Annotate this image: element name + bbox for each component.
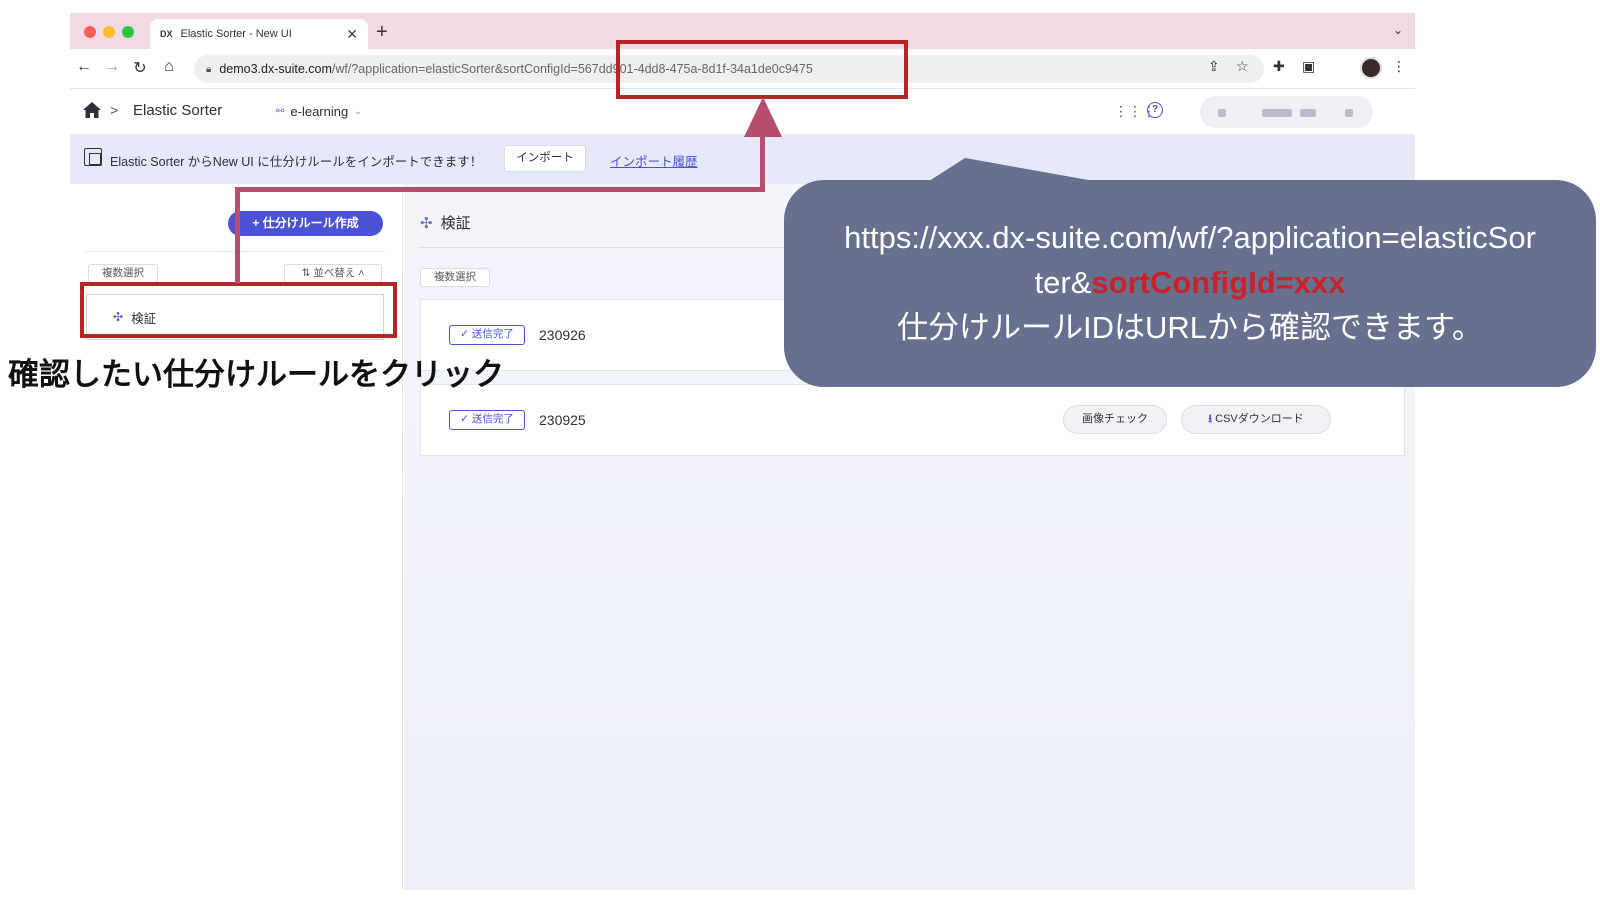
reload-icon[interactable]: ↻ xyxy=(130,58,150,78)
chevron-down-icon[interactable]: ⌄ xyxy=(1393,23,1403,37)
tab-favicon: DX xyxy=(160,29,173,39)
callout-line-2: ter&sortConfigId=xxx xyxy=(784,260,1596,305)
url-highlight-box xyxy=(616,40,908,99)
import-history-link[interactable]: インポート履歴 xyxy=(610,151,698,170)
workspace-name: e-learning xyxy=(290,104,349,119)
sidepanel-icon[interactable]: ▣ xyxy=(1302,58,1315,75)
tab-close-icon[interactable]: ✕ xyxy=(346,26,358,43)
share-icon[interactable]: ⇪ xyxy=(1208,58,1220,75)
browser-window: DX Elastic Sorter - New UI ✕ + ⌄ ← → ↻ ⌂… xyxy=(70,13,1415,890)
banner-text: Elastic Sorter からNew UI に仕分けルールをインポートできま… xyxy=(110,155,483,169)
workspace-selector[interactable]: ⚯ e-learning ⌄ xyxy=(276,104,362,119)
rule-highlight-box xyxy=(80,282,397,338)
browser-tab[interactable]: DX Elastic Sorter - New UI ✕ xyxy=(150,19,368,49)
blurred-user-info xyxy=(1300,109,1316,117)
callout-line-3: 仕分けルールIDはURLから確認できます。 xyxy=(897,310,1483,345)
maximize-window-button[interactable] xyxy=(122,26,134,38)
callout-highlight: sortConfigId=xxx xyxy=(1091,265,1346,300)
extensions-puzzle-icon[interactable]: ✚ xyxy=(1273,58,1285,75)
arrow-connector xyxy=(235,187,765,192)
callout-line-2-prefix: ter& xyxy=(1034,265,1092,300)
sort-icon: ⇅ xyxy=(301,267,314,279)
user-menu[interactable] xyxy=(1200,96,1373,128)
chevron-up-icon: ˄ xyxy=(355,267,365,279)
row-name: 230925 xyxy=(539,412,586,428)
status-badge: ✓ 送信完了 xyxy=(449,410,525,430)
arrow-connector xyxy=(235,187,240,283)
import-button[interactable]: インポート xyxy=(504,145,586,172)
workspace-icon: ⚯ xyxy=(276,106,285,117)
tab-title: Elastic Sorter - New UI xyxy=(180,28,292,40)
arrow-head-icon xyxy=(744,97,782,137)
minimize-window-button[interactable] xyxy=(103,26,115,38)
page-title: ✣ 検証 xyxy=(420,212,471,233)
move-icon: ✣ xyxy=(420,214,433,232)
csv-download-label: CSVダウンロード xyxy=(1215,413,1304,425)
callout-line-1: https://xxx.dx-suite.com/wf/?application… xyxy=(844,220,1536,255)
lock-icon: 🔒︎ xyxy=(206,63,212,75)
profile-avatar[interactable] xyxy=(1360,57,1382,79)
multi-select-button[interactable]: 複数選択 xyxy=(420,268,490,287)
list-item[interactable]: ✓ 送信完了 230925 画像チェック ⭳ CSVダウンロード xyxy=(420,384,1405,456)
row-name: 230926 xyxy=(539,327,586,343)
image-check-button[interactable]: 画像チェック xyxy=(1063,405,1167,434)
breadcrumb-chevron-icon: > xyxy=(110,102,119,118)
url-callout: https://xxx.dx-suite.com/wf/?application… xyxy=(784,180,1596,387)
blurred-user-info xyxy=(1345,109,1353,117)
chevron-down-icon: ⌄ xyxy=(354,106,362,116)
forward-arrow-icon[interactable]: → xyxy=(102,58,122,76)
new-tab-button[interactable]: + xyxy=(376,21,388,44)
back-arrow-icon[interactable]: ← xyxy=(74,58,94,76)
home-icon[interactable] xyxy=(82,101,102,119)
download-icon: ⭳ xyxy=(1208,413,1213,425)
instruction-caption: 確認したい仕分けルールをクリック xyxy=(8,357,504,392)
import-copy-icon xyxy=(84,148,102,166)
close-window-button[interactable] xyxy=(84,26,96,38)
csv-download-button[interactable]: ⭳ CSVダウンロード xyxy=(1181,405,1331,434)
page-title-text: 検証 xyxy=(440,215,471,232)
app-name[interactable]: Elastic Sorter xyxy=(133,102,222,119)
sort-button[interactable]: ⇅ 並べ替え ˄ xyxy=(284,264,382,283)
sort-label: 並べ替え xyxy=(313,267,356,279)
create-rule-button[interactable]: + 仕分けルール作成 xyxy=(228,211,383,236)
url-host: demo3.dx-suite.com xyxy=(219,62,332,76)
multi-select-button[interactable]: 複数選択 xyxy=(88,264,158,283)
import-banner: Elastic Sorter からNew UI に仕分けルールをインポートできま… xyxy=(70,134,1415,184)
help-icon[interactable]: ? xyxy=(1147,102,1163,118)
home-browser-icon[interactable]: ⌂ xyxy=(159,58,179,76)
more-menu-icon[interactable]: ⋮ xyxy=(1392,58,1406,75)
blurred-user-info xyxy=(1218,109,1226,117)
bookmark-star-icon[interactable]: ☆ xyxy=(1236,58,1249,75)
blurred-user-info xyxy=(1262,109,1292,117)
status-badge: ✓ 送信完了 xyxy=(449,325,525,345)
